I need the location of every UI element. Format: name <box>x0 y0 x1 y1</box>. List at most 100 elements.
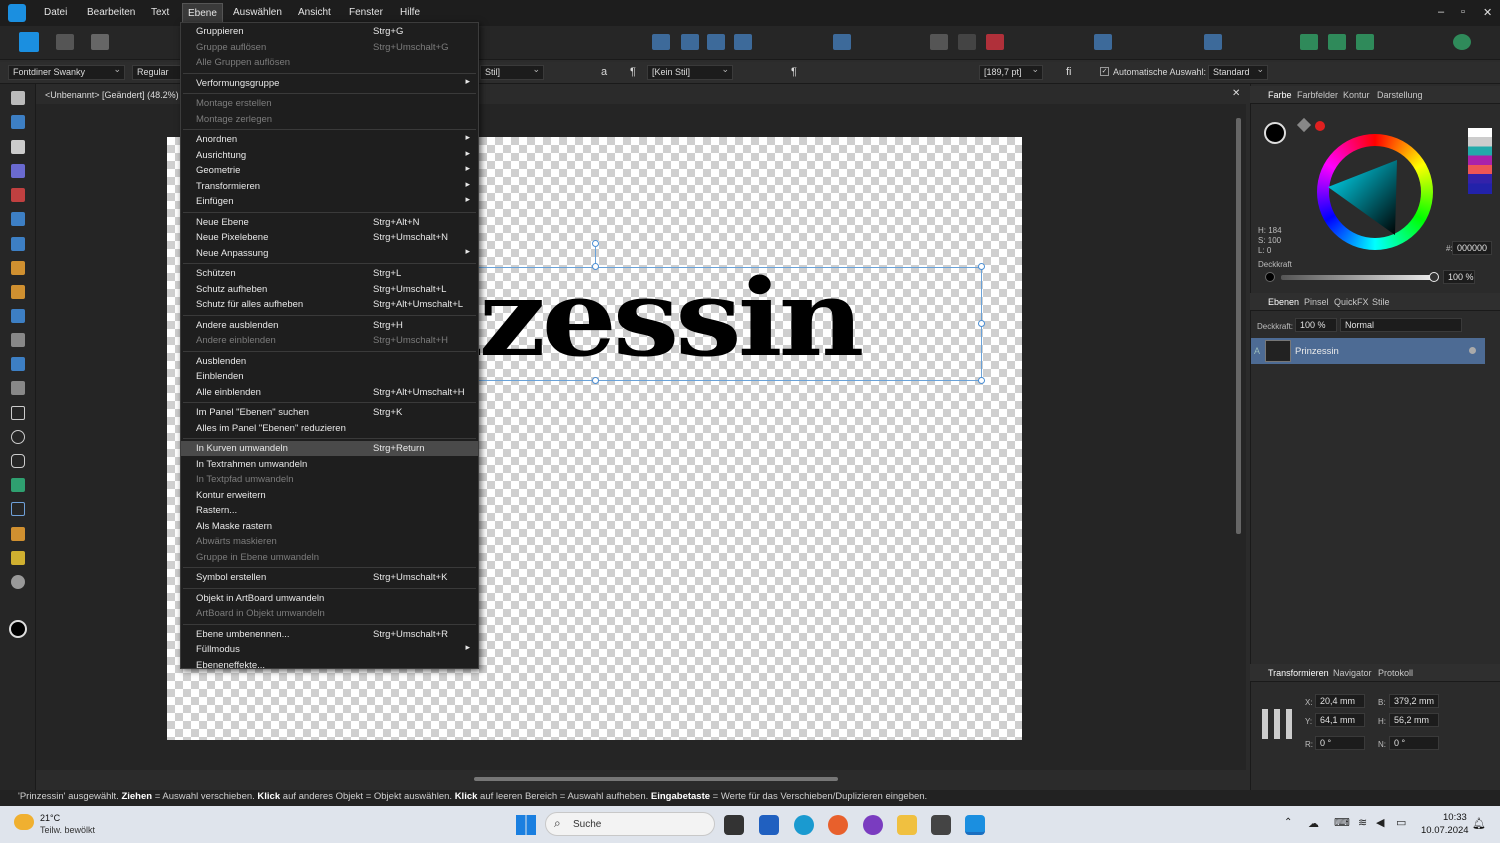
app-icon[interactable] <box>863 815 883 835</box>
menu-item-rastern[interactable]: Rastern... <box>181 503 478 518</box>
insert-text-frame-icon[interactable] <box>1094 34 1112 50</box>
cloud-icon[interactable]: ☁ <box>1308 817 1319 830</box>
affinity-publisher-taskbar-icon[interactable] <box>965 815 985 835</box>
vertical-scrollbar-thumb[interactable] <box>1236 118 1241 534</box>
weather-icon[interactable] <box>14 814 34 830</box>
vector-crop-tool-icon[interactable] <box>11 188 25 202</box>
layer-row-prinzessin[interactable]: A Prinzessin <box>1251 338 1485 364</box>
chevron-up-icon[interactable]: ⌃ <box>1284 817 1292 828</box>
color-picker-tool-icon[interactable] <box>11 527 25 541</box>
color-opacity-field[interactable]: 100 % <box>1443 270 1475 284</box>
store-icon[interactable] <box>759 815 779 835</box>
menu-item-neue-ebene[interactable]: Neue Ebene Strg+Alt+N <box>181 215 478 230</box>
publisher-persona-icon[interactable] <box>19 32 39 52</box>
tab-transformieren[interactable]: Transformieren <box>1268 668 1329 678</box>
menu-item-andere-einblenden[interactable]: Andere einblenden Strg+Umschalt+H <box>181 333 478 348</box>
menu-item-ebeneneffekte[interactable]: Ebeneneffekte... <box>181 658 478 673</box>
auto-select-dropdown[interactable]: Standard <box>1208 64 1268 80</box>
menu-item-neue-pixelebene[interactable]: Neue Pixelebene Strg+Umschalt+N <box>181 230 478 245</box>
brush-tool-icon[interactable] <box>11 285 25 299</box>
menu-item-neue-anpassung[interactable]: Neue Anpassung ▸ <box>181 246 478 261</box>
clock-date[interactable]: 10.07.2024 <box>1421 825 1469 836</box>
menu-item-objekt-in-artboard-umwandeln[interactable]: Objekt in ArtBoard umwandeln <box>181 591 478 606</box>
menu-datei[interactable]: Datei <box>44 7 67 18</box>
flip-horizontal-icon[interactable] <box>652 34 670 50</box>
crop-tool-icon[interactable] <box>11 381 25 395</box>
menu-item-artboard-in-objekt-umwandeln[interactable]: ArtBoard in Objekt umwandeln <box>181 606 478 621</box>
menu-bearbeiten[interactable]: Bearbeiten <box>87 7 135 18</box>
ligatures-icon[interactable]: fi <box>1066 66 1072 78</box>
document-tab[interactable]: <Unbenannt> [Geändert] (48.2%) <box>45 90 179 100</box>
arrange-back-icon[interactable] <box>734 34 752 50</box>
character-style-a[interactable]: a <box>601 66 607 78</box>
x-field[interactable]: 20,4 mm <box>1315 694 1365 708</box>
weather-desc[interactable]: Teilw. bewölkt <box>40 825 95 835</box>
rotation-field[interactable]: 0 ° <box>1315 736 1365 750</box>
height-field[interactable]: 56,2 mm <box>1389 713 1439 727</box>
handle-bottom-middle[interactable] <box>592 377 599 384</box>
character-style-select[interactable]: [Kein Stil] <box>647 64 733 80</box>
menu-item-ebene-umbenennen[interactable]: Ebene umbenennen... Strg+Umschalt+R <box>181 627 478 642</box>
preflight-icon[interactable] <box>1356 34 1374 50</box>
file-explorer-icon[interactable] <box>897 815 917 835</box>
menu-item-gruppe-in-ebene-umwandeln[interactable]: Gruppe in Ebene umwandeln <box>181 550 478 565</box>
flip-vertical-icon[interactable] <box>681 34 699 50</box>
menu-text[interactable]: Text <box>151 7 169 18</box>
paragraph-style-select[interactable]: Stil] <box>480 64 544 80</box>
user-account-icon[interactable] <box>1453 34 1471 50</box>
hex-input[interactable]: 000000 <box>1452 241 1492 255</box>
table-tool-icon[interactable] <box>11 164 25 178</box>
assistant-icon[interactable] <box>1300 34 1318 50</box>
tab-protokoll[interactable]: Protokoll <box>1378 668 1413 678</box>
measure-tool-icon[interactable] <box>11 551 25 565</box>
close-document-icon[interactable]: ✕ <box>1232 88 1240 99</box>
menu-item-andere-ausblenden[interactable]: Andere ausblenden Strg+H <box>181 318 478 333</box>
notification-bell-icon[interactable]: 🔔︎ <box>1472 817 1486 830</box>
move-tool-icon[interactable] <box>11 91 25 105</box>
zoom-tool-icon[interactable] <box>11 575 25 589</box>
opacity-slider[interactable] <box>1281 272 1439 282</box>
menu-item-verformungsgruppe[interactable]: Verformungsgruppe ▸ <box>181 76 478 91</box>
handle-middle-right[interactable] <box>978 320 985 327</box>
y-field[interactable]: 64,1 mm <box>1315 713 1365 727</box>
menu-item-montage-zerlegen[interactable]: Montage zerlegen <box>181 112 478 127</box>
handle-bottom-right[interactable] <box>978 377 985 384</box>
handle-top-middle[interactable] <box>592 263 599 270</box>
snapping-options-icon[interactable] <box>958 34 976 50</box>
pilcrow-icon[interactable]: ¶ <box>630 66 636 78</box>
blend-mode-select[interactable]: Normal <box>1340 318 1462 332</box>
tab-navigator[interactable]: Navigator <box>1333 668 1372 678</box>
battery-icon[interactable]: ▭ <box>1396 816 1406 829</box>
menu-item-kontur-erweitern[interactable]: Kontur erweitern <box>181 488 478 503</box>
minimize-button[interactable]: – <box>1438 6 1444 18</box>
layer-visibility-icon[interactable] <box>1469 347 1476 354</box>
menu-item-anordnen[interactable]: Anordnen ▸ <box>181 132 478 147</box>
menu-item-füllmodus[interactable]: Füllmodus ▸ <box>181 642 478 657</box>
vector-brush-tool-icon[interactable] <box>11 333 25 347</box>
rectangle-tool-icon[interactable] <box>11 406 25 420</box>
menu-item-montage-erstellen[interactable]: Montage erstellen <box>181 96 478 111</box>
menu-item-symbol-erstellen[interactable]: Symbol erstellen Strg+Umschalt+K <box>181 570 478 585</box>
menu-item-gruppieren[interactable]: Gruppieren Strg+G <box>181 24 478 39</box>
font-family-select[interactable]: Fontdiner Swanky <box>8 64 125 80</box>
close-window-button[interactable]: ✕ <box>1483 6 1492 19</box>
weather-temp[interactable]: 21°C <box>40 813 60 823</box>
firefox-icon[interactable] <box>828 815 848 835</box>
task-view-icon[interactable] <box>724 815 744 835</box>
tab-farbfelder[interactable]: Farbfelder <box>1297 90 1338 100</box>
tab-ebenen[interactable]: Ebenen <box>1268 297 1299 307</box>
auto-select-checkbox[interactable]: ✓ <box>1100 67 1109 76</box>
anchor-point-selector[interactable] <box>1262 709 1292 739</box>
tab-pinsel[interactable]: Pinsel <box>1304 297 1329 307</box>
menu-fenster[interactable]: Fenster <box>349 7 383 18</box>
shear-field[interactable]: 0 ° <box>1389 736 1439 750</box>
pencil-tool-icon[interactable] <box>11 237 25 251</box>
restore-button[interactable]: ▫ <box>1461 6 1465 18</box>
align-icon[interactable] <box>833 34 851 50</box>
menu-item-einblenden[interactable]: Einblenden <box>181 369 478 384</box>
fill-stroke-swatch[interactable] <box>1264 122 1286 144</box>
clock-time[interactable]: 10:33 <box>1443 812 1467 823</box>
taskbar-search-box[interactable]: ⌕ Suche <box>545 812 715 836</box>
volume-icon[interactable]: ◀ <box>1376 816 1384 829</box>
menu-item-in-textrahmen-umwandeln[interactable]: In Textrahmen umwandeln <box>181 457 478 472</box>
